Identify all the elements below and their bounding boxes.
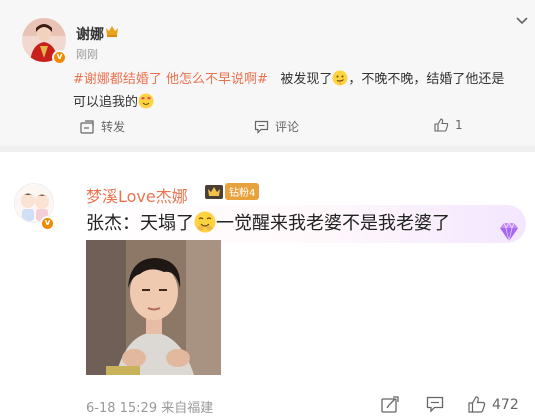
like-icon xyxy=(434,118,449,132)
weibo-screen: v 谢娜 刚刚 #谢娜都结婚了 他怎么不早说啊# 被发现了 ，不晚不晚，结婚了他… xyxy=(0,0,535,419)
repost-button[interactable]: 转发 xyxy=(80,118,125,135)
comment-image[interactable] xyxy=(86,240,221,375)
comment-button[interactable]: 评论 xyxy=(254,118,299,135)
topic-link[interactable]: #谢娜都结婚了 他怎么不早说啊# xyxy=(73,72,268,87)
love-face-emoji-icon xyxy=(138,93,154,109)
comment-text: 张杰：天塌了 一觉醒来我老婆不是我老婆了 xyxy=(86,210,450,238)
chevron-down-icon[interactable] xyxy=(515,16,529,26)
like-count: 1 xyxy=(455,118,463,132)
like-button[interactable]: 472 xyxy=(468,396,519,413)
comment-text-1: 张杰：天塌了 xyxy=(86,213,194,234)
like-icon xyxy=(468,396,486,413)
post-actions: 转发 评论 1 xyxy=(0,116,535,138)
divider xyxy=(0,146,535,152)
author-name[interactable]: 谢娜 xyxy=(76,24,104,44)
comment-button[interactable] xyxy=(426,396,444,413)
repost-icon xyxy=(381,396,399,413)
crown-icon xyxy=(106,26,118,37)
fan-level-badge: 钻粉4 xyxy=(225,183,260,200)
comment-label: 评论 xyxy=(275,120,300,134)
diamond-icon xyxy=(500,222,518,242)
crown-icon xyxy=(205,184,223,199)
comment-meta: 6-18 15:29 来自福建 xyxy=(86,401,214,416)
verified-badge: v xyxy=(52,50,67,65)
fan-badges: 钻粉4 xyxy=(205,183,260,200)
like-button[interactable]: 1 xyxy=(434,118,463,132)
smirk-emoji-icon xyxy=(332,70,348,86)
repost-label: 转发 xyxy=(101,120,126,134)
post-content: #谢娜都结婚了 他怎么不早说啊# 被发现了 ，不晚不晚，结婚了他还是可以追我的 xyxy=(73,68,513,114)
post-text-1: 被发现了 xyxy=(280,72,333,87)
commenter-name[interactable]: 梦溪Love杰娜 xyxy=(86,183,188,207)
comment-icon xyxy=(426,396,444,413)
original-post[interactable]: v 谢娜 刚刚 #谢娜都结婚了 他怎么不早说啊# 被发现了 ，不晚不晚，结婚了他… xyxy=(0,0,535,146)
shush-emoji-icon xyxy=(194,211,216,233)
post-time: 刚刚 xyxy=(76,48,98,61)
verified-badge: v xyxy=(40,216,55,231)
comment-icon xyxy=(254,120,269,134)
comment-like-count: 472 xyxy=(492,396,519,413)
comment-text-2: 一觉醒来我老婆不是我老婆了 xyxy=(216,213,450,234)
repost-button[interactable] xyxy=(381,396,399,413)
repost-icon xyxy=(80,119,94,134)
